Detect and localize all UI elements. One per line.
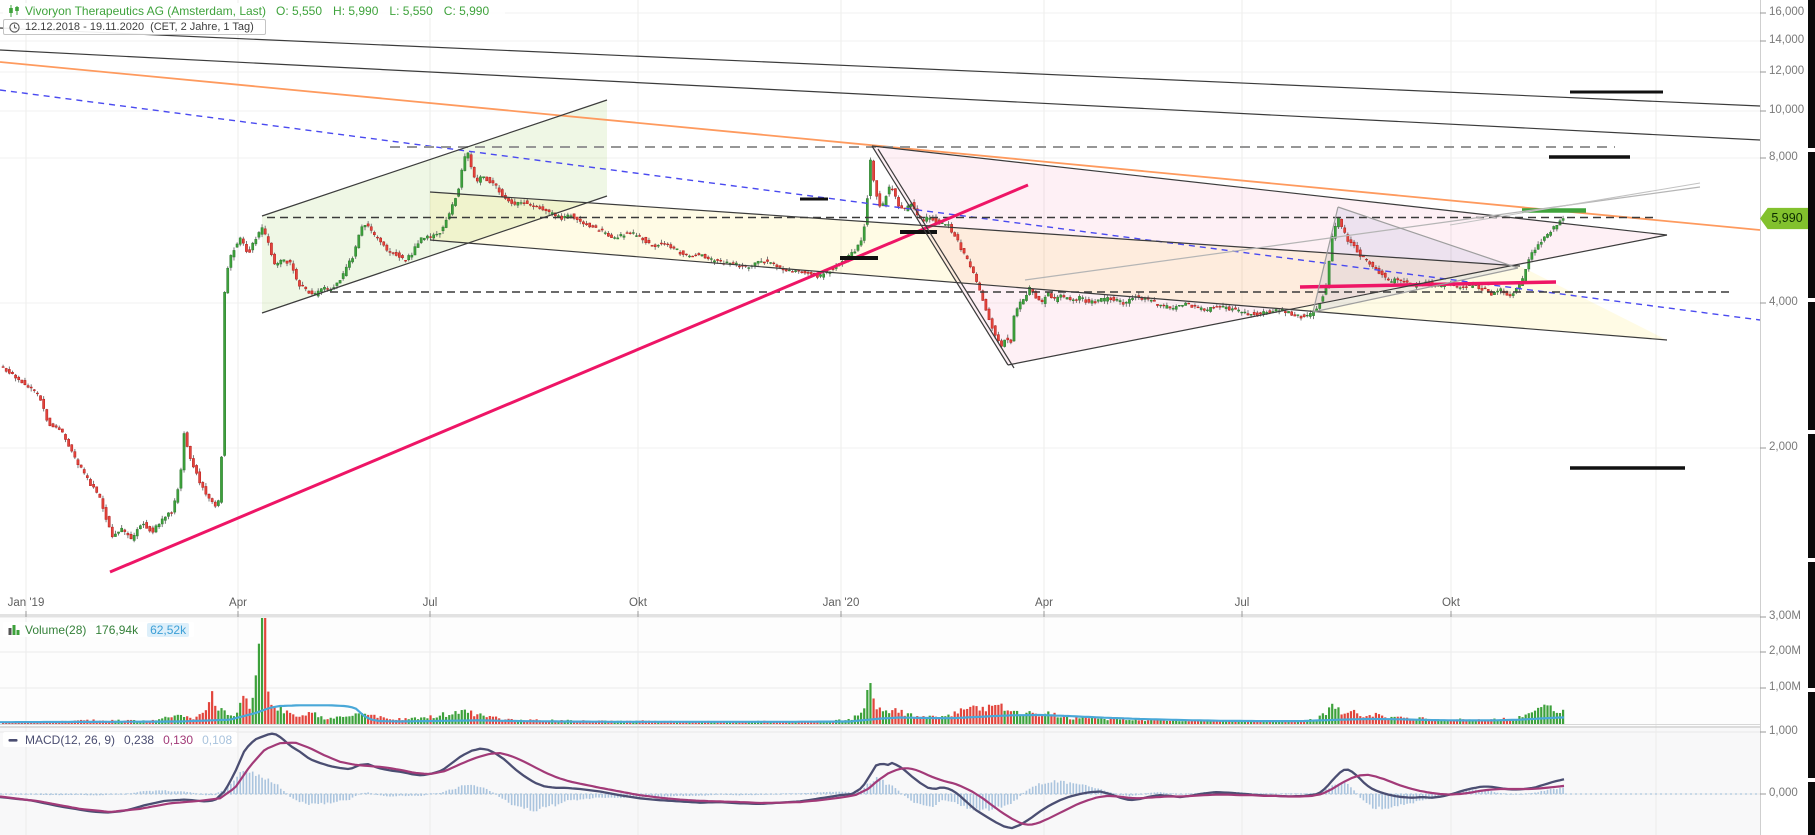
volume-indicator-header[interactable]: Volume(28) 176,94k 62,52k [3,622,194,637]
date-range: 12.12.2018 - 19.11.2020 [25,21,144,33]
time-axis-label: Apr [208,597,268,609]
macd-signal-value: 0,130 [163,733,193,747]
volume-axis-label: 3,00M [1769,610,1801,622]
volume-ma-value: 176,94k [95,623,138,637]
price-axis-label: 10,000 [1769,104,1804,116]
collapsed-panel-strip [1808,0,1815,835]
time-axis-label: Jul [400,597,460,609]
pane-separator-1 [0,614,1815,618]
macd-line-icon [8,736,20,744]
trading-chart-window: Vivoryon Therapeutics AG (Amsterdam, Las… [0,0,1815,835]
time-axis-label: Apr [1014,597,1074,609]
price-axis-label: 8,000 [1769,151,1798,163]
timerange-chip[interactable]: 12.12.2018 - 19.11.2020 (CET, 2 Jahre, 1… [3,19,266,35]
low-value: L: 5,550 [389,4,432,18]
time-axis-label: Okt [608,597,668,609]
high-value: H: 5,990 [333,4,378,18]
open-value: O: 5,550 [276,4,322,18]
candlestick-icon [8,5,20,17]
chart-canvas[interactable] [0,0,1815,835]
price-axis-label: 14,000 [1769,34,1804,46]
clock-icon [9,22,20,33]
time-axis-label: Jul [1212,597,1272,609]
time-axis-label: Jan '20 [811,597,871,609]
volume-current-value: 62,52k [147,623,189,637]
volume-axis-label: 1,00M [1769,681,1801,693]
volume-axis-label: 2,00M [1769,645,1801,657]
macd-indicator-header[interactable]: MACD(12, 26, 9) 0,238 0,130 0,108 [3,732,237,747]
price-axis-label: 16,000 [1769,6,1804,18]
volume-label: Volume(28) [25,623,86,637]
timezone-period: (CET, 2 Jahre, 1 Tag) [150,21,254,33]
close-value: C: 5,990 [444,4,489,18]
price-axis-label: 2,000 [1769,441,1798,453]
macd-hist-value: 0,108 [202,733,232,747]
price-axis-label: 12,000 [1769,65,1804,77]
instrument-title: Vivoryon Therapeutics AG (Amsterdam, Las… [25,4,266,18]
time-axis-label: Jan '19 [0,597,56,609]
volume-bars-icon [8,624,20,635]
macd-label: MACD(12, 26, 9) [25,733,115,747]
last-price-badge: 5,990 [1760,207,1808,230]
macd-value: 0,238 [124,733,154,747]
time-axis-label: Okt [1421,597,1481,609]
macd-axis-label: 0,000 [1769,787,1798,799]
price-axis-label: 4,000 [1769,296,1798,308]
instrument-header: Vivoryon Therapeutics AG (Amsterdam, Las… [3,3,505,18]
macd-axis-label: 1,000 [1769,725,1798,737]
